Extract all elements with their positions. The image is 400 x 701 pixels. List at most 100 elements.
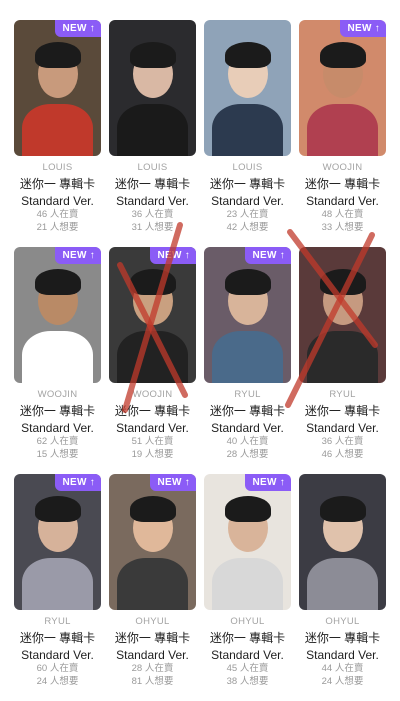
photocard-item[interactable]: NEW ↑ OHYUL 迷你一 專輯卡 Standard Ver. 45 人在賣 38 人想… — [204, 474, 291, 701]
new-badge-label: NEW — [157, 250, 182, 261]
portrait-body — [117, 558, 188, 610]
photocard-item[interactable]: NEW ↑ LOUIS 迷你一 專輯卡 Standard Ver. 46 人在賣 21 人想… — [14, 20, 101, 247]
selling-count: 60 人在賣 — [36, 663, 79, 674]
card-title: 迷你一 專輯卡 — [209, 631, 286, 645]
card-title: 迷你一 專輯卡 — [304, 404, 381, 418]
selling-count: 44 人在賣 — [321, 663, 364, 674]
wanting-count: 24 人想要 — [321, 676, 364, 687]
selling-count: 23 人在賣 — [226, 209, 269, 220]
wanting-count: 46 人想要 — [321, 449, 364, 460]
new-badge: NEW ↑ — [150, 474, 196, 491]
portrait-body — [117, 331, 188, 383]
photocard-image[interactable]: NEW ↑ — [14, 474, 101, 610]
photocard-item[interactable]: NEW ↑ WOOJIN 迷你一 專輯卡 Standard Ver. 51 人在賣 19 人… — [109, 247, 196, 474]
wanting-count: 38 人想要 — [226, 676, 269, 687]
new-badge: NEW ↑ — [55, 474, 101, 491]
portrait-body — [212, 558, 283, 610]
photocard-image[interactable] — [299, 247, 386, 383]
photocard-item[interactable]: LOUIS 迷你一 專輯卡 Standard Ver. 23 人在賣 42 人想要 — [204, 20, 291, 247]
portrait-body — [22, 104, 93, 156]
portrait-hair — [320, 269, 366, 295]
new-badge: NEW ↑ — [340, 20, 386, 37]
portrait-body — [22, 331, 93, 383]
photocard-item[interactable]: RYUL 迷你一 專輯卡 Standard Ver. 36 人在賣 46 人想要 — [299, 247, 386, 474]
photocard-item[interactable]: NEW ↑ OHYUL 迷你一 專輯卡 Standard Ver. 28 人在賣 81 人想… — [109, 474, 196, 701]
portrait-body — [212, 104, 283, 156]
arrow-up-icon: ↑ — [279, 250, 285, 261]
arrow-up-icon: ↑ — [184, 250, 190, 261]
portrait-hair — [35, 269, 81, 295]
selling-count: 46 人在賣 — [36, 209, 79, 220]
photocard-item[interactable]: NEW ↑ WOOJIN 迷你一 專輯卡 Standard Ver. 48 人在賣 33 人… — [299, 20, 386, 247]
arrow-up-icon: ↑ — [89, 477, 95, 488]
card-version: Standard Ver. — [116, 421, 189, 435]
portrait-hair — [130, 496, 176, 522]
card-title: 迷你一 專輯卡 — [114, 631, 191, 645]
member-name: OHYUL — [325, 616, 360, 627]
photocard-image[interactable]: NEW ↑ — [109, 474, 196, 610]
card-title: 迷你一 專輯卡 — [114, 404, 191, 418]
wanting-count: 21 人想要 — [36, 222, 79, 233]
card-title: 迷你一 專輯卡 — [209, 404, 286, 418]
photocard-image[interactable]: NEW ↑ — [204, 474, 291, 610]
selling-count: 28 人在賣 — [131, 663, 174, 674]
photocard-item[interactable]: NEW ↑ RYUL 迷你一 專輯卡 Standard Ver. 60 人在賣 24 人想要 — [14, 474, 101, 701]
selling-count: 51 人在賣 — [131, 436, 174, 447]
portrait-hair — [130, 42, 176, 68]
portrait-body — [117, 104, 188, 156]
wanting-count: 19 人想要 — [131, 449, 174, 460]
portrait-hair — [320, 42, 366, 68]
photocard-item[interactable]: NEW ↑ WOOJIN 迷你一 專輯卡 Standard Ver. 62 人在賣 15 人… — [14, 247, 101, 474]
photocard-item[interactable]: NEW ↑ RYUL 迷你一 專輯卡 Standard Ver. 40 人在賣 28 人想要 — [204, 247, 291, 474]
photocard-image[interactable]: NEW ↑ — [109, 247, 196, 383]
portrait-hair — [225, 42, 271, 68]
card-title: 迷你一 專輯卡 — [304, 631, 381, 645]
portrait-hair — [320, 496, 366, 522]
wanting-count: 28 人想要 — [226, 449, 269, 460]
member-name: WOOJIN — [37, 389, 78, 400]
new-badge-label: NEW — [252, 250, 277, 261]
card-title: 迷你一 專輯卡 — [19, 404, 96, 418]
portrait-hair — [35, 496, 81, 522]
portrait-body — [307, 558, 378, 610]
wanting-count: 42 人想要 — [226, 222, 269, 233]
member-name: LOUIS — [42, 162, 73, 173]
arrow-up-icon: ↑ — [89, 250, 95, 261]
new-badge: NEW ↑ — [245, 474, 291, 491]
photocard-grid: NEW ↑ LOUIS 迷你一 專輯卡 Standard Ver. 46 人在賣 21 人想… — [14, 0, 386, 691]
selling-count: 36 人在賣 — [131, 209, 174, 220]
photocard-image[interactable]: NEW ↑ — [14, 247, 101, 383]
new-badge-label: NEW — [252, 477, 277, 488]
selling-count: 48 人在賣 — [321, 209, 364, 220]
member-name: LOUIS — [232, 162, 263, 173]
portrait-body — [22, 558, 93, 610]
new-badge: NEW ↑ — [150, 247, 196, 264]
card-title: 迷你一 專輯卡 — [114, 177, 191, 191]
portrait-hair — [35, 42, 81, 68]
photocard-image[interactable]: NEW ↑ — [14, 20, 101, 156]
card-version: Standard Ver. — [21, 194, 94, 208]
selling-count: 36 人在賣 — [321, 436, 364, 447]
photocard-image[interactable]: NEW ↑ — [204, 247, 291, 383]
wanting-count: 81 人想要 — [131, 676, 174, 687]
member-name: RYUL — [329, 389, 356, 400]
card-version: Standard Ver. — [306, 194, 379, 208]
member-name: OHYUL — [230, 616, 265, 627]
selling-count: 40 人在賣 — [226, 436, 269, 447]
card-version: Standard Ver. — [306, 421, 379, 435]
new-badge: NEW ↑ — [55, 247, 101, 264]
photocard-item[interactable]: OHYUL 迷你一 專輯卡 Standard Ver. 44 人在賣 24 人想要 — [299, 474, 386, 701]
member-name: RYUL — [234, 389, 261, 400]
wanting-count: 31 人想要 — [131, 222, 174, 233]
photocard-item[interactable]: LOUIS 迷你一 專輯卡 Standard Ver. 36 人在賣 31 人想要 — [109, 20, 196, 247]
photocard-image[interactable] — [109, 20, 196, 156]
member-name: RYUL — [44, 616, 71, 627]
portrait-hair — [225, 269, 271, 295]
portrait-hair — [130, 269, 176, 295]
photocard-image[interactable]: NEW ↑ — [299, 20, 386, 156]
card-title: 迷你一 專輯卡 — [304, 177, 381, 191]
card-version: Standard Ver. — [116, 194, 189, 208]
photocard-image[interactable] — [204, 20, 291, 156]
card-version: Standard Ver. — [306, 648, 379, 662]
photocard-image[interactable] — [299, 474, 386, 610]
